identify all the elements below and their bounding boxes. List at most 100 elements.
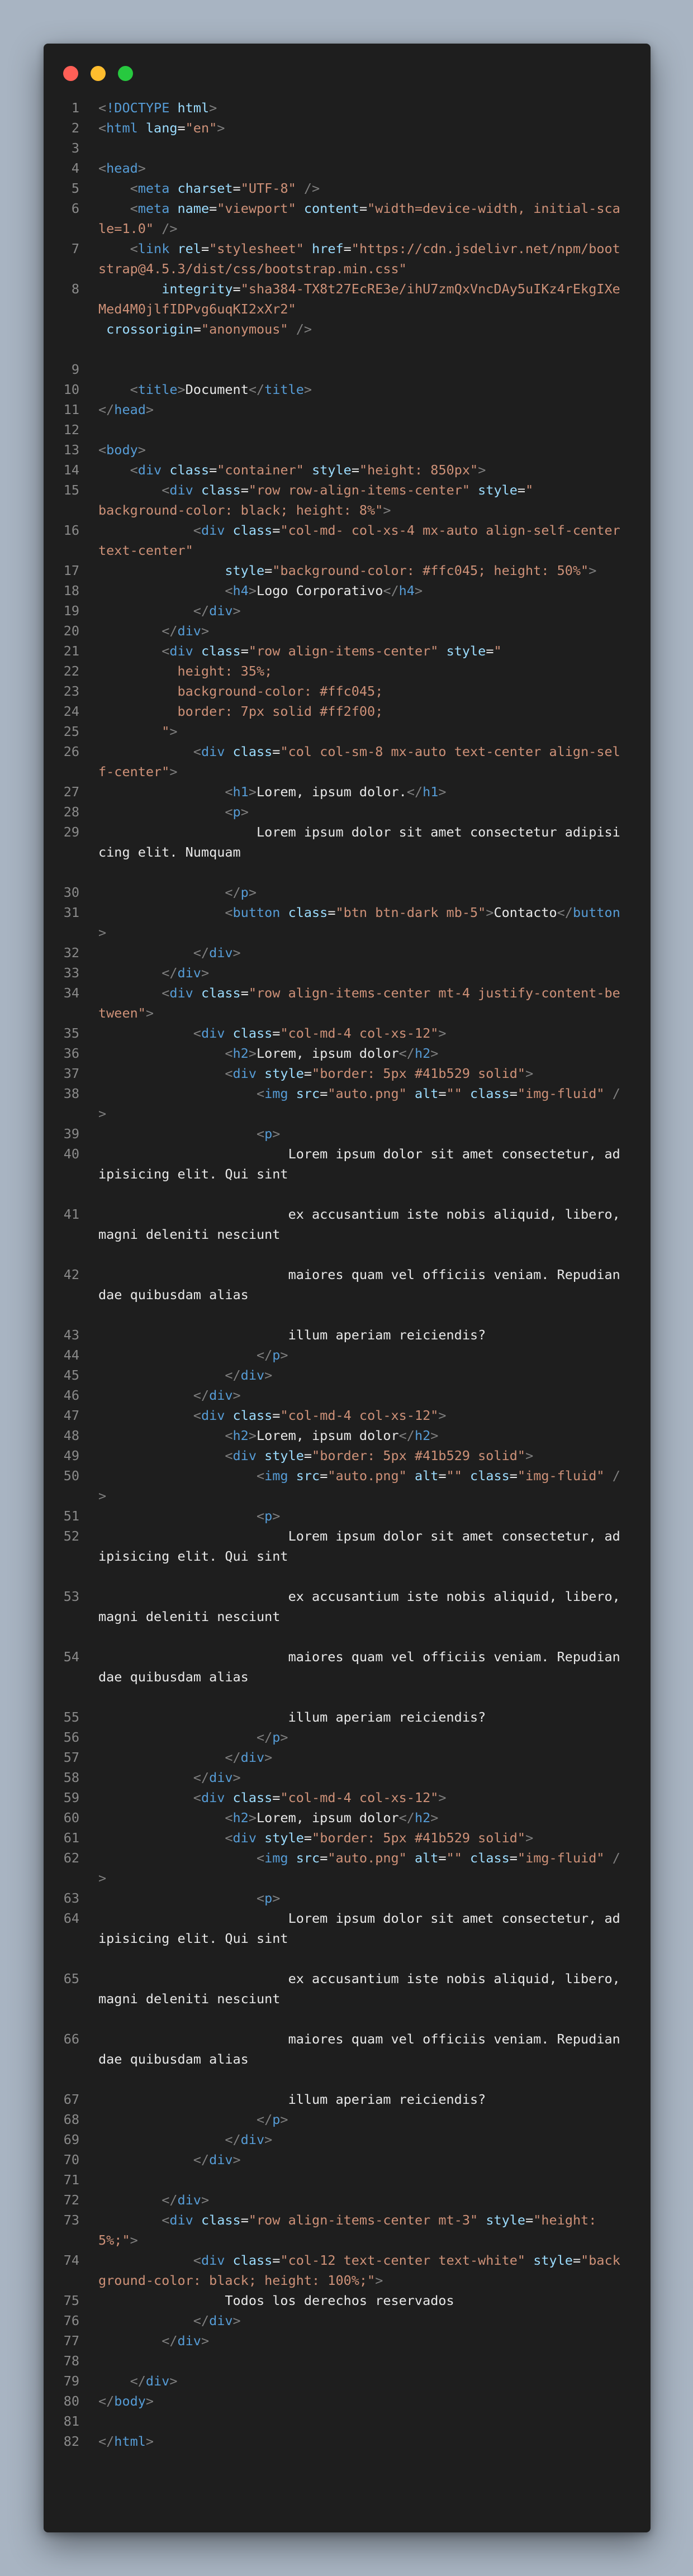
code-token: >	[137, 160, 146, 176]
code-token: <	[162, 482, 170, 498]
line-number: 32	[63, 945, 79, 961]
code-text: <h1>Lorem, ipsum dolor.</h1>	[98, 782, 624, 802]
code-token: >	[232, 945, 241, 961]
code-line: 57 </div>	[44, 1747, 651, 1767]
line-number: 17	[63, 563, 79, 578]
maximize-window-button[interactable]	[118, 66, 133, 81]
line-number: 25	[63, 724, 79, 739]
code-text: ">	[98, 721, 624, 742]
code-text: </div>	[98, 2331, 624, 2351]
code-token: head	[106, 160, 138, 176]
code-text: <h2>Lorem, ipsum dolor</h2>	[98, 1808, 624, 1828]
code-token: <	[225, 583, 233, 598]
code-text: </div>	[98, 601, 624, 621]
code-line: 73 <div class="row align-items-center mt…	[44, 2210, 651, 2250]
code-line: 17 style="background-color: #ffc045; hei…	[44, 560, 651, 581]
code-line: 65 ex accusantium iste nobis aliquid, li…	[44, 1969, 651, 2029]
code-token: div	[209, 603, 233, 619]
code-text: <title>Document</title>	[98, 379, 624, 400]
code-token: </	[225, 2132, 241, 2147]
code-token: >	[248, 1810, 257, 1826]
code-line: 36 <h2>Lorem, ipsum dolor</h2>	[44, 1043, 651, 1063]
code-token: />	[303, 180, 320, 196]
code-token: </	[193, 603, 210, 619]
line-number: 3	[71, 140, 79, 156]
code-token: <	[193, 1408, 201, 1423]
code-token: div	[169, 643, 193, 659]
code-token: p	[264, 1508, 273, 1524]
line-number: 1	[71, 100, 79, 116]
code-line: 26 <div class="col col-sm-8 mx-auto text…	[44, 742, 651, 782]
line-number: 4	[71, 160, 79, 176]
code-token: >	[438, 784, 447, 800]
code-text: <h2>Lorem, ipsum dolor</h2>	[98, 1043, 624, 1063]
line-number: 51	[63, 1508, 79, 1524]
code-token: >	[280, 1729, 288, 1745]
code-token: >	[264, 1750, 273, 1765]
line-number: 13	[63, 442, 79, 458]
code-token: style	[533, 2252, 573, 2268]
code-token: style	[264, 1066, 304, 1081]
code-token: =	[509, 1086, 518, 1101]
line-number: 74	[63, 2252, 79, 2268]
code-token: =	[438, 1850, 447, 1866]
code-token: >	[525, 1066, 534, 1081]
code-line: 55 illum aperiam reiciendis?	[44, 1707, 651, 1727]
code-token: html	[177, 100, 210, 116]
code-line: 34 <div class="row align-items-center mt…	[44, 983, 651, 1023]
code-token: =	[240, 2212, 249, 2228]
code-text: <div class="col-md-4 col-xs-12">	[98, 1788, 624, 1808]
code-token: Logo Corporativo	[256, 583, 383, 598]
code-token: class	[201, 643, 241, 659]
line-number: 80	[63, 2393, 79, 2409]
code-token: p	[272, 1729, 281, 1745]
code-line: 42 maiores quam vel officiis veniam. Rep…	[44, 1265, 651, 1325]
code-text: <p>	[98, 1888, 624, 1908]
code-token: />	[296, 321, 312, 337]
code-token: html	[114, 2434, 146, 2449]
code-line: 30 </p>	[44, 882, 651, 902]
code-token: >	[478, 462, 486, 478]
code-token: =	[272, 2252, 281, 2268]
code-token: href	[312, 241, 344, 256]
code-token: h4	[232, 583, 249, 598]
line-number: 68	[63, 2112, 79, 2127]
code-text: <div class="col-md- col-xs-4 mx-auto ali…	[98, 520, 624, 560]
code-line: 78	[44, 2351, 651, 2371]
code-text: <body>	[98, 440, 624, 460]
close-window-button[interactable]	[63, 66, 78, 81]
code-token: </	[398, 1045, 415, 1061]
code-token: >	[201, 965, 210, 981]
minimize-window-button[interactable]	[91, 66, 106, 81]
code-token: <	[162, 643, 170, 659]
code-text: <meta name="viewport" content="width=dev…	[98, 198, 624, 239]
code-token: src	[296, 1850, 320, 1866]
code-token: />	[162, 221, 178, 236]
line-number: 10	[63, 382, 79, 397]
code-token: >	[272, 1890, 281, 1906]
code-token: class	[201, 482, 241, 498]
code-token: button	[572, 905, 620, 920]
code-line: 6 <meta name="viewport" content="width=d…	[44, 198, 651, 239]
line-number: 38	[63, 1086, 79, 1101]
code-line: 69 </div>	[44, 2130, 651, 2150]
code-token: div	[169, 482, 193, 498]
code-text: </p>	[98, 1727, 624, 1747]
code-text: <!DOCTYPE html>	[98, 98, 624, 118]
code-token: </	[193, 1770, 210, 1785]
code-token: </	[98, 2393, 115, 2409]
